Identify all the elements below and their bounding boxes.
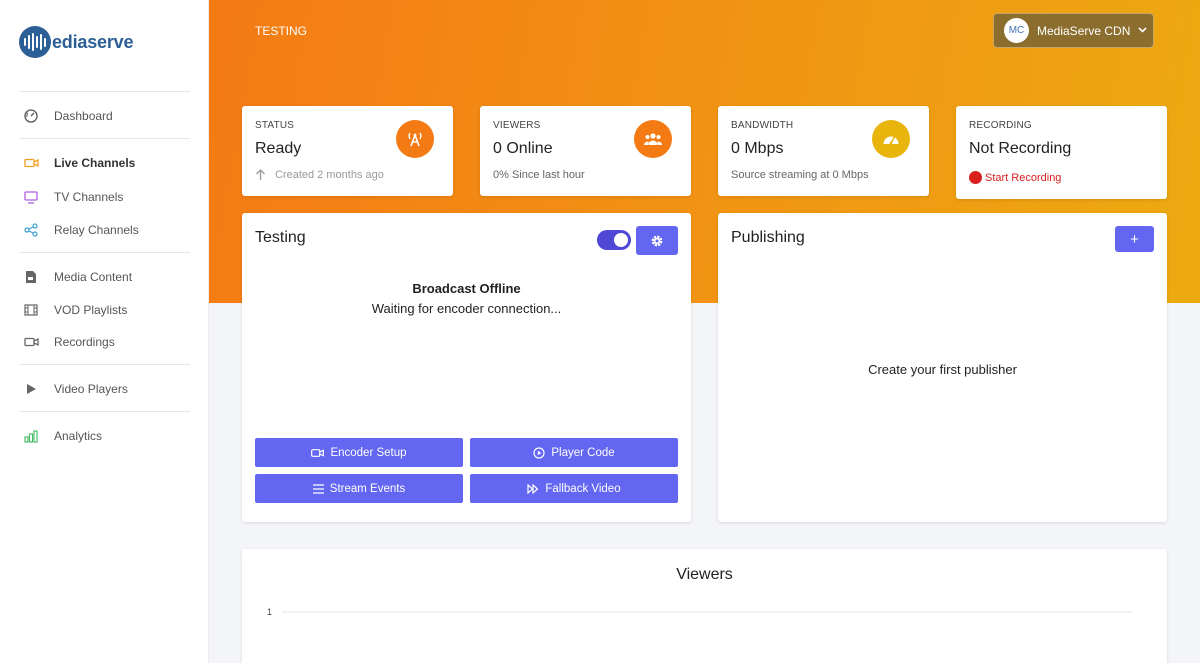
stat-value: Not Recording [969,140,1072,157]
stream-events-button[interactable]: Stream Events [255,474,463,503]
viewers-card: VIEWERS 0 Online 0% Since last hour [480,106,691,196]
tv-icon [23,189,39,205]
broadcast-icon [396,120,434,158]
sidebar-item-dashboard[interactable]: Dashboard [19,103,190,129]
chevron-down-icon [1138,25,1147,36]
sidebar-item-label: Analytics [54,429,103,443]
video-camera-icon [23,334,39,350]
stat-sub-text: 0% Since last hour [493,169,585,181]
account-name: MediaServe CDN [1037,23,1131,38]
channel-settings-button[interactable] [636,226,678,255]
player-code-button[interactable]: Player Code [470,438,678,467]
sidebar-item-label: VOD Playlists [54,303,128,317]
channel-panel: Testing Broadcast Offline Waiting for en… [242,213,691,522]
sidebar-item-label: Live Channels [54,156,136,170]
sidebar-item-analytics[interactable]: Analytics [19,423,190,449]
sidebar-item-label: Relay Channels [54,223,139,237]
fallback-video-label: Fallback Video [545,482,621,495]
nav-divider [19,411,190,412]
sidebar-item-label: Video Players [54,382,128,396]
users-icon [634,120,672,158]
sidebar: ediaserve Dashboard Live Channels TV Cha… [0,0,209,663]
stat-sub-text: Source streaming at 0 Mbps [731,169,869,181]
panel-title: Testing [255,229,306,246]
avatar: MC [1004,18,1029,43]
stat-label: VIEWERS [493,120,541,131]
sidebar-item-live-channels[interactable]: Live Channels [19,150,190,176]
stat-label: STATUS [255,120,295,131]
film-icon [23,302,39,318]
share-icon [23,222,39,238]
sidebar-item-relay-channels[interactable]: Relay Channels [19,217,190,243]
brand-logo[interactable]: ediaserve [19,26,133,58]
encoder-setup-button[interactable]: Encoder Setup [255,438,463,467]
stat-sub: Created 2 months ago [255,169,384,181]
nav-divider [19,91,190,92]
stat-value: 0 Mbps [731,140,784,157]
add-publisher-button[interactable]: + [1115,226,1154,252]
video-camera-icon [311,448,325,458]
player-code-label: Player Code [551,446,615,459]
encoder-setup-label: Encoder Setup [330,446,407,459]
bar-chart-icon [23,428,39,444]
nav-divider [19,252,190,253]
empty-state-message: Create your first publisher [868,362,1017,377]
recording-card: RECORDING Not Recording Start Recording [956,106,1167,199]
stream-events-label: Stream Events [329,482,406,495]
nav-divider [19,138,190,139]
broadcast-offline-title: Broadcast Offline [412,281,521,296]
fallback-video-button[interactable]: Fallback Video [470,474,678,503]
sidebar-item-media-content[interactable]: Media Content [19,264,190,290]
stat-value: Ready [255,140,302,157]
gauge-icon [872,120,910,158]
sidebar-item-recordings[interactable]: Recordings [19,329,190,355]
play-icon [23,381,39,397]
start-recording-link[interactable]: Start Recording [969,171,1061,184]
sidebar-item-label: TV Channels [54,190,124,204]
stat-label: RECORDING [969,120,1032,131]
sidebar-item-label: Dashboard [54,109,113,123]
publishing-panel: Publishing + Create your first publisher [718,213,1167,522]
channel-enable-toggle[interactable] [597,230,631,250]
play-circle-icon [533,446,545,459]
dashboard-icon [23,108,39,124]
y-tick-label: 1 [267,607,272,617]
sidebar-item-video-players[interactable]: Video Players [19,376,190,402]
record-dot-icon [969,171,982,184]
viewers-chart-panel: Viewers 1 [242,549,1167,663]
gear-icon [650,234,664,248]
sidebar-item-label: Media Content [54,270,133,284]
nav-divider [19,364,190,365]
logo-icon [19,26,51,58]
menu-icon [312,483,324,494]
bandwidth-card: BANDWIDTH 0 Mbps Source streaming at 0 M… [718,106,929,196]
start-recording-label: Start Recording [985,171,1062,184]
stat-value: 0 Online [493,140,553,157]
sidebar-item-tv-channels[interactable]: TV Channels [19,184,190,210]
file-icon [23,269,39,285]
broadcast-offline-message: Waiting for encoder connection... [371,301,562,316]
arrow-up-icon [255,169,266,181]
breadcrumb: TESTING [255,24,308,38]
stat-sub-text: Created 2 months ago [275,169,384,181]
viewers-chart: 1 [267,607,1132,617]
account-dropdown[interactable]: MC MediaServe CDN [993,13,1154,48]
status-card: STATUS Ready Created 2 months ago [242,106,453,196]
sidebar-item-vod-playlists[interactable]: VOD Playlists [19,297,190,323]
video-camera-icon [23,155,39,171]
sidebar-item-label: Recordings [54,335,115,349]
fast-forward-icon [527,483,539,494]
stat-label: BANDWIDTH [731,120,794,131]
panel-title: Publishing [731,229,805,246]
logo-text: ediaserve [52,31,134,52]
